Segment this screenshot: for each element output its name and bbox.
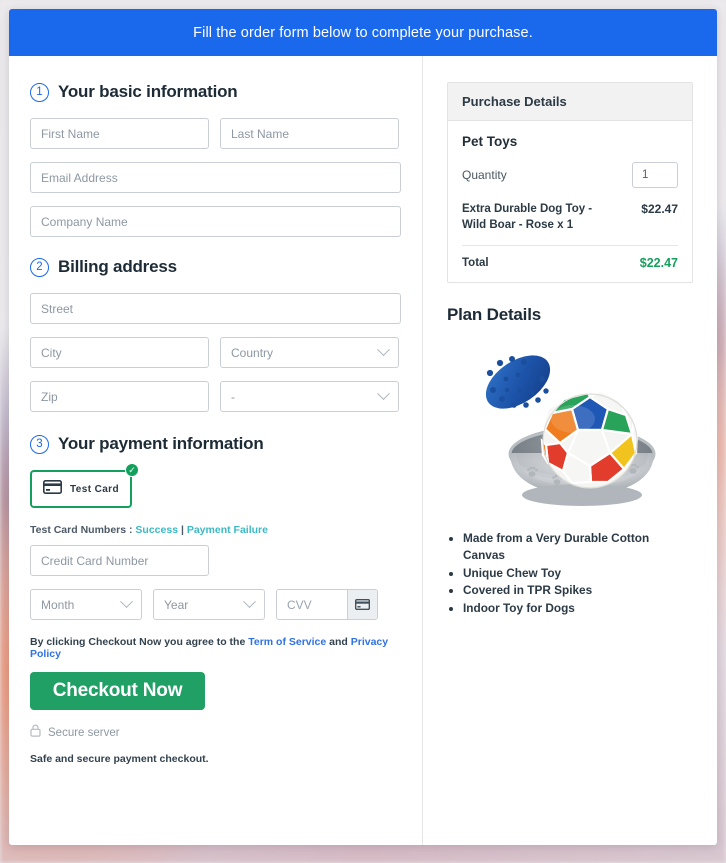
terms-conjunction: and xyxy=(329,636,348,648)
product-group-name: Pet Toys xyxy=(462,134,518,149)
state-select[interactable]: - xyxy=(220,381,399,412)
product-image xyxy=(485,355,656,507)
plan-feature-item: Unique Chew Toy xyxy=(463,565,693,582)
credit-card-icon xyxy=(43,479,62,499)
link-separator: | xyxy=(180,524,184,536)
plan-feature-list: Made from a Very Durable Cotton CanvasUn… xyxy=(447,530,693,617)
last-name-input[interactable]: Last Name xyxy=(220,118,399,149)
purchase-details-title: Purchase Details xyxy=(448,83,692,121)
street-input[interactable]: Street xyxy=(30,293,401,324)
test-card-success-link[interactable]: Success xyxy=(135,524,178,536)
section-header-billing-address: 2 Billing address xyxy=(30,257,401,277)
step-number-2: 2 xyxy=(30,257,49,277)
company-row: Company Name xyxy=(30,206,401,237)
test-card-numbers-row: Test Card Numbers : Success | Payment Fa… xyxy=(30,524,401,536)
section-title-payment-information: Your payment information xyxy=(58,434,264,453)
content-columns: 1 Your basic information First Name Last… xyxy=(9,56,717,845)
payment-method-label: Test Card xyxy=(70,483,119,495)
plan-details-title: Plan Details xyxy=(447,305,541,325)
summary-column: Purchase Details Pet Toys Quantity 1 Ext… xyxy=(423,56,717,845)
plan-feature-item: Indoor Toy for Dogs xyxy=(463,600,693,617)
lock-icon xyxy=(30,724,41,742)
chevron-down-icon xyxy=(377,387,390,401)
plan-feature-item: Covered in TPR Spikes xyxy=(463,582,693,599)
secure-server-label: Secure server xyxy=(48,727,120,739)
terms-of-service-link[interactable]: Term of Service xyxy=(248,636,326,648)
email-row: Email Address xyxy=(30,162,401,193)
checkout-now-button[interactable]: Checkout Now xyxy=(30,672,205,710)
payment-method-test-card[interactable]: Test Card xyxy=(30,470,132,508)
purchase-details-body: Pet Toys Quantity 1 Extra Durable Dog To… xyxy=(448,121,692,282)
name-row: First Name Last Name xyxy=(30,118,401,149)
safe-checkout-note: Safe and secure payment checkout. xyxy=(30,753,209,765)
quantity-label: Quantity xyxy=(462,168,507,182)
expiry-month-select[interactable]: Month xyxy=(30,589,142,620)
chevron-down-icon xyxy=(243,595,256,609)
cvv-field-group[interactable]: CVV xyxy=(276,589,378,620)
street-row: Street xyxy=(30,293,401,324)
chevron-down-icon xyxy=(377,343,390,357)
expiry-year-select[interactable]: Year xyxy=(153,589,265,620)
page-banner: Fill the order form below to complete yo… xyxy=(9,9,717,56)
cvv-card-icon xyxy=(347,590,377,619)
city-input[interactable]: City xyxy=(30,337,209,368)
quantity-input[interactable]: 1 xyxy=(632,162,678,188)
credit-card-number-input[interactable]: Credit Card Number xyxy=(30,545,209,576)
cvv-input[interactable]: CVV xyxy=(277,590,347,619)
expiry-month-value: Month xyxy=(41,597,75,612)
check-circle-icon: ✓ xyxy=(125,463,139,477)
line-item-row: Extra Durable Dog Toy - Wild Boar - Rose… xyxy=(462,202,678,247)
step-number-3: 3 xyxy=(30,434,49,454)
country-select[interactable]: Country xyxy=(220,337,399,368)
total-amount: $22.47 xyxy=(639,256,678,271)
chevron-down-icon xyxy=(120,595,133,609)
plan-feature-item: Made from a Very Durable Cotton Canvas xyxy=(463,530,693,564)
first-name-input[interactable]: First Name xyxy=(30,118,209,149)
step-number-1: 1 xyxy=(30,82,49,102)
banner-text: Fill the order form below to complete yo… xyxy=(193,24,533,41)
line-item-description: Extra Durable Dog Toy - Wild Boar - Rose… xyxy=(462,203,593,231)
company-name-input[interactable]: Company Name xyxy=(30,206,401,237)
secure-server-row: Secure server xyxy=(30,724,401,742)
state-select-value: - xyxy=(231,389,235,404)
section-header-basic-information: 1 Your basic information xyxy=(30,82,401,102)
order-form-column: 1 Your basic information First Name Last… xyxy=(9,56,423,845)
total-row: Total $22.47 xyxy=(462,256,678,270)
section-title-basic-information: Your basic information xyxy=(58,82,238,101)
country-select-value: Country xyxy=(231,345,274,360)
quantity-row: Quantity 1 xyxy=(462,162,678,188)
expiry-cvv-row: Month Year CVV xyxy=(30,589,401,620)
line-item-amount: $22.47 xyxy=(641,202,678,216)
zip-input[interactable]: Zip xyxy=(30,381,209,412)
terms-agreement-text: By clicking Checkout Now you agree to th… xyxy=(30,636,401,660)
test-card-numbers-label: Test Card Numbers : xyxy=(30,524,133,536)
zip-state-row: Zip - xyxy=(30,381,401,412)
purchase-details-panel: Purchase Details Pet Toys Quantity 1 Ext… xyxy=(447,82,693,284)
expiry-year-value: Year xyxy=(164,597,189,612)
payment-method-wrapper: Test Card ✓ xyxy=(30,463,139,508)
email-input[interactable]: Email Address xyxy=(30,162,401,193)
section-header-payment-information: 3 Your payment information xyxy=(30,434,401,454)
total-label: Total xyxy=(462,257,489,270)
test-card-failure-link[interactable]: Payment Failure xyxy=(187,524,268,536)
terms-prefix: By clicking Checkout Now you agree to th… xyxy=(30,636,246,648)
city-country-row: City Country xyxy=(30,337,401,368)
colorful-soccer-ball xyxy=(540,389,639,489)
checkout-card: Fill the order form below to complete yo… xyxy=(9,9,717,845)
section-title-billing-address: Billing address xyxy=(58,257,177,276)
